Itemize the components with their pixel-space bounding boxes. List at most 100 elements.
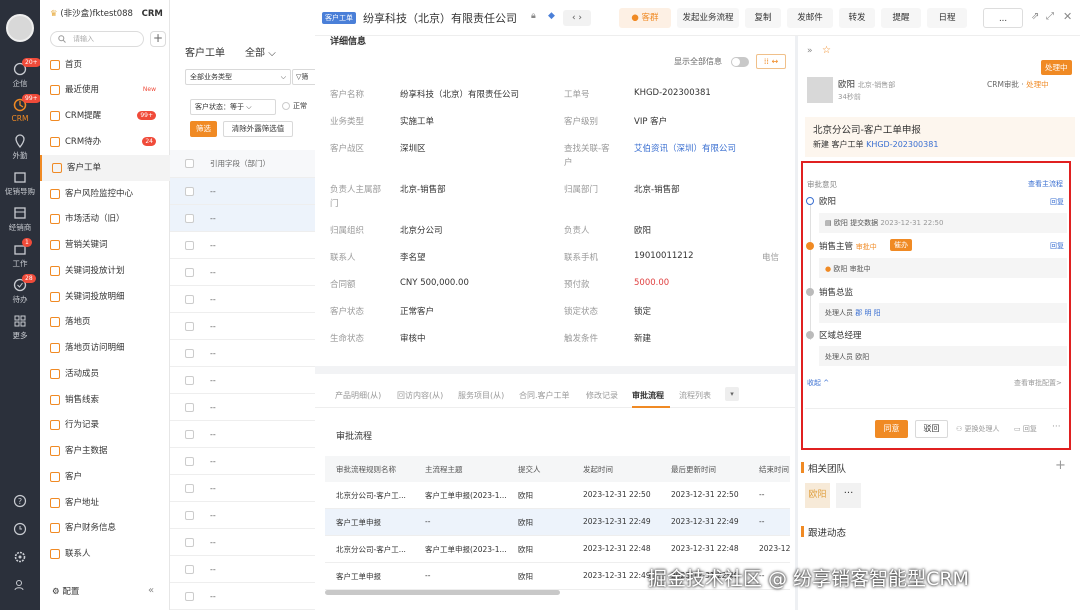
table-row[interactable]: --: [170, 448, 315, 475]
contacts-icon[interactable]: [13, 578, 27, 592]
schedule-button[interactable]: 日程: [927, 8, 967, 28]
record-link[interactable]: KHGD-202300381: [866, 140, 938, 149]
help-icon[interactable]: ?: [13, 494, 27, 508]
more-button[interactable]: ...: [983, 8, 1023, 28]
rail-item-dealer[interactable]: 经销商: [0, 206, 40, 233]
sidebar-item[interactable]: 客户主数据: [40, 438, 170, 464]
view-main-flow-link[interactable]: 查看主流程: [1028, 179, 1063, 189]
reply-link[interactable]: 回复: [1050, 241, 1064, 251]
clock-icon[interactable]: [13, 522, 27, 536]
row-checkbox[interactable]: [185, 538, 194, 547]
settings-icon[interactable]: [13, 550, 27, 564]
sidebar-item[interactable]: 关键词投放明细: [40, 284, 170, 310]
tab-services[interactable]: 服务项目(从): [458, 390, 504, 401]
table-row[interactable]: --: [170, 502, 315, 529]
share-icon[interactable]: ⇗: [1031, 11, 1039, 22]
tab-history[interactable]: 修改记录: [586, 390, 618, 401]
company-name[interactable]: (非沙盒)fktest088: [60, 9, 133, 19]
start-process-button[interactable]: 发起业务流程: [677, 8, 739, 28]
table-row[interactable]: --: [170, 340, 315, 367]
table-row[interactable]: --: [170, 178, 315, 205]
sidebar-item[interactable]: 客户工单: [40, 155, 170, 181]
reject-button[interactable]: 驳回: [915, 420, 948, 438]
row-checkbox[interactable]: [185, 214, 194, 223]
rail-item-crm[interactable]: CRM 99+: [0, 94, 41, 123]
tab-approval[interactable]: 审批流程: [632, 390, 664, 401]
related-customer-link[interactable]: 艾伯资讯（深圳）有限公司: [634, 142, 736, 154]
star-icon[interactable]: ☆: [822, 45, 831, 56]
urge-button[interactable]: 催办: [890, 239, 912, 251]
tab-products[interactable]: 产品明细(从): [335, 390, 381, 401]
filter-dropdown[interactable]: ▽筛: [292, 69, 315, 85]
rail-item-more[interactable]: 更多: [0, 314, 40, 341]
sidebar-item[interactable]: 最近使用 New: [40, 77, 170, 103]
table-row[interactable]: --: [170, 529, 315, 556]
sidebar-item[interactable]: 联系人: [40, 541, 170, 567]
rail-item-chat[interactable]: 企信 20+: [0, 58, 41, 89]
sidebar-item[interactable]: 客户: [40, 464, 170, 490]
row-checkbox[interactable]: [185, 403, 194, 412]
rail-item-field[interactable]: 外勤: [0, 134, 40, 161]
sidebar-item[interactable]: 落地页访问明细: [40, 335, 170, 361]
remind-button[interactable]: 提醒: [881, 8, 921, 28]
sidebar-item[interactable]: 营销关键词: [40, 232, 170, 258]
table-row[interactable]: --: [170, 286, 315, 313]
send-email-button[interactable]: 发邮件: [787, 8, 833, 28]
horizontal-scrollbar[interactable]: [325, 590, 560, 595]
table-row[interactable]: --: [170, 259, 315, 286]
row-checkbox[interactable]: [185, 457, 194, 466]
reply-button[interactable]: ▭ 回复: [1014, 424, 1037, 434]
table-row[interactable]: --: [170, 421, 315, 448]
sidebar-item[interactable]: CRM提醒 99+: [40, 103, 170, 129]
row-checkbox[interactable]: [185, 349, 194, 358]
sidebar-item[interactable]: 首页: [40, 52, 170, 78]
copy-button[interactable]: 复制: [745, 8, 781, 28]
team-member-avatar[interactable]: 欧阳: [805, 483, 830, 508]
prev-next-nav[interactable]: ‹ ›: [563, 10, 591, 26]
table-row[interactable]: --: [170, 313, 315, 340]
row-checkbox[interactable]: [185, 268, 194, 277]
rail-item-work[interactable]: 工作 1: [0, 238, 40, 269]
collapse-link[interactable]: 收起 ^: [807, 378, 829, 388]
row-checkbox[interactable]: [185, 511, 194, 520]
sidebar-item[interactable]: 销售线索: [40, 387, 170, 413]
table-row[interactable]: --: [170, 475, 315, 502]
rail-item-promo[interactable]: 促销导购: [0, 170, 40, 197]
config-link[interactable]: ⚙ 配置: [52, 585, 79, 597]
forward-button[interactable]: 转发: [839, 8, 875, 28]
table-row[interactable]: --: [170, 556, 315, 583]
expand-icon[interactable]: ⤢: [1046, 11, 1054, 22]
row-checkbox[interactable]: [185, 376, 194, 385]
clear-filter-button[interactable]: 清除外露筛选值: [223, 121, 293, 137]
row-checkbox[interactable]: [185, 322, 194, 331]
rail-item-todo[interactable]: 待办 28: [0, 274, 40, 305]
tab-visits[interactable]: 回访内容(从): [397, 390, 443, 401]
table-row[interactable]: --: [170, 367, 315, 394]
sidebar-item[interactable]: 行为记录: [40, 412, 170, 438]
sidebar-item[interactable]: 客户财务信息: [40, 515, 170, 541]
row-checkbox[interactable]: [185, 430, 194, 439]
type-select[interactable]: 全部业务类型 ⌵: [185, 69, 291, 85]
change-handler-button[interactable]: ⚇ 更换处理人: [956, 424, 1000, 434]
sidebar-item[interactable]: 活动成员: [40, 361, 170, 387]
close-icon[interactable]: ✕: [1063, 10, 1072, 23]
sidebar-item[interactable]: 市场活动（旧）: [40, 206, 170, 232]
row-checkbox[interactable]: [185, 295, 194, 304]
reply-link[interactable]: 回复: [1050, 197, 1064, 207]
tag-icon[interactable]: ◆: [548, 11, 555, 21]
table-row[interactable]: --: [170, 232, 315, 259]
agree-button[interactable]: 同意: [875, 420, 908, 438]
status-filter[interactable]: 客户状态：等于 ⌵: [190, 99, 276, 115]
team-more-button[interactable]: ···: [836, 483, 861, 508]
tab-contracts[interactable]: 合同.客户工单: [519, 390, 570, 401]
more-actions-button[interactable]: ···: [1052, 422, 1061, 432]
sidebar-item[interactable]: 关键词投放计划: [40, 258, 170, 284]
filter-button[interactable]: 筛选: [190, 121, 217, 137]
status-radio[interactable]: [282, 102, 290, 110]
row-checkbox[interactable]: [185, 592, 194, 601]
select-all-checkbox[interactable]: [185, 159, 194, 168]
sidebar-item[interactable]: 客户风险监控中心: [40, 181, 170, 207]
row-checkbox[interactable]: [185, 187, 194, 196]
row-checkbox[interactable]: [185, 241, 194, 250]
add-member-icon[interactable]: +: [1055, 458, 1066, 473]
